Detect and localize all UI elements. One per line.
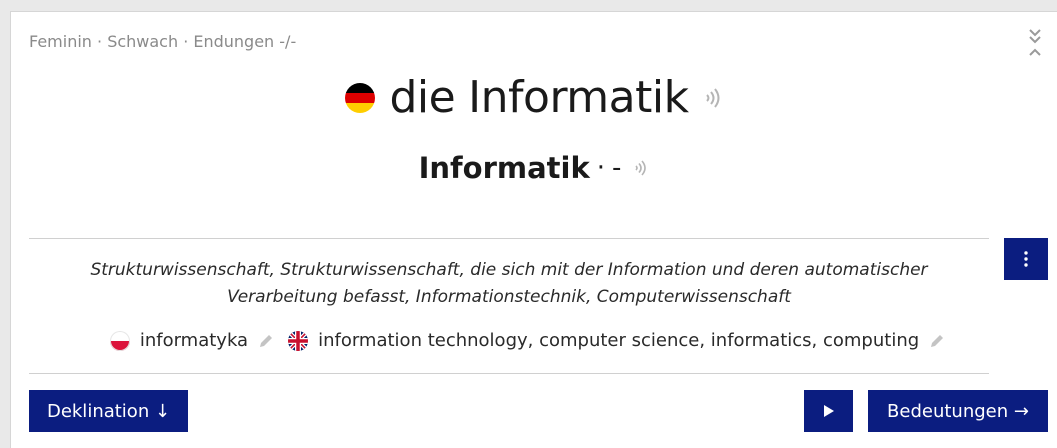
- headword: die Informatik: [11, 72, 1057, 123]
- vertical-dots-icon: [1024, 251, 1028, 267]
- play-button[interactable]: [804, 390, 853, 432]
- audio-speaker-icon[interactable]: [703, 84, 723, 112]
- audio-speaker-icon[interactable]: [633, 157, 649, 179]
- play-icon: [823, 405, 834, 417]
- inflection-forms: Informatik · -: [11, 151, 1057, 185]
- definition-text: Strukturwissenschaft, Strukturwissenscha…: [29, 257, 989, 311]
- flag-poland-icon: [109, 330, 130, 351]
- definition-line: Strukturwissenschaft, Strukturwissenscha…: [90, 260, 928, 280]
- collapse-chevrons-icon[interactable]: [1027, 28, 1043, 60]
- form-separator: ·: [596, 153, 606, 183]
- translation-english: information technology, computer science…: [318, 330, 920, 351]
- translation-polish: informatyka: [139, 330, 249, 351]
- flag-uk-icon: [288, 330, 309, 351]
- genitive-form: Informatik: [418, 151, 590, 185]
- flag-germany-icon: [345, 82, 376, 113]
- headword-article: die: [389, 72, 456, 123]
- headword-noun: Informatik: [468, 72, 689, 123]
- divider: [29, 373, 989, 374]
- translations-row: informatyka information technology, comp…: [11, 330, 1057, 351]
- declension-button[interactable]: Deklination ↓: [29, 390, 188, 432]
- pencil-edit-icon[interactable]: [258, 333, 274, 349]
- divider: [29, 238, 989, 239]
- more-options-button[interactable]: [1004, 238, 1048, 280]
- definition-line: Verarbeitung befasst, Informationstechni…: [227, 287, 791, 307]
- plural-form: -: [612, 153, 622, 183]
- pencil-edit-icon[interactable]: [929, 333, 945, 349]
- word-card: Feminin · Schwach · Endungen -/- die Inf…: [10, 11, 1057, 448]
- grammar-info: Feminin · Schwach · Endungen -/-: [29, 32, 297, 51]
- meanings-button[interactable]: Bedeutungen →: [868, 390, 1048, 432]
